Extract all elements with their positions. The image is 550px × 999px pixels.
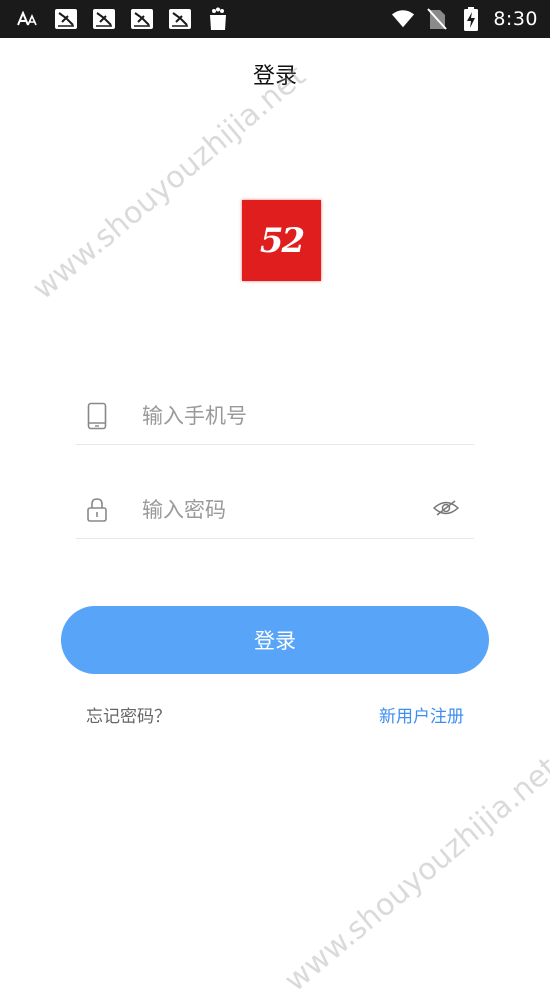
phone-icon: [86, 402, 108, 430]
logo-text: 52: [259, 220, 305, 261]
font-app-icon: [16, 9, 40, 29]
app-notification-icon: [168, 9, 192, 29]
app-notification-icon: [92, 9, 116, 29]
notification-area: [16, 6, 230, 32]
no-sim-icon: [425, 8, 449, 30]
system-status-area: 8:30: [391, 6, 538, 32]
password-field: [76, 482, 474, 539]
phone-input[interactable]: [142, 398, 432, 434]
lock-icon: [86, 496, 108, 524]
status-time: 8:30: [493, 8, 538, 30]
app-logo: 52: [242, 200, 321, 281]
app-notification-icon: [54, 9, 78, 29]
battery-charging-icon: [459, 7, 483, 31]
status-bar: 8:30: [0, 0, 550, 38]
watermark: www.shouyouzhijia.net: [278, 750, 550, 999]
password-input[interactable]: [142, 492, 432, 528]
forgot-password-link[interactable]: 忘记密码？: [86, 702, 171, 727]
shopping-bag-icon: [206, 7, 230, 30]
app-notification-icon: [130, 9, 154, 29]
login-button[interactable]: 登录: [61, 606, 489, 674]
wifi-icon: [391, 9, 415, 29]
phone-field: [76, 388, 474, 445]
register-link[interactable]: 新用户注册: [379, 702, 464, 727]
page-title: 登录: [252, 64, 297, 89]
eye-hidden-icon[interactable]: [432, 496, 460, 520]
